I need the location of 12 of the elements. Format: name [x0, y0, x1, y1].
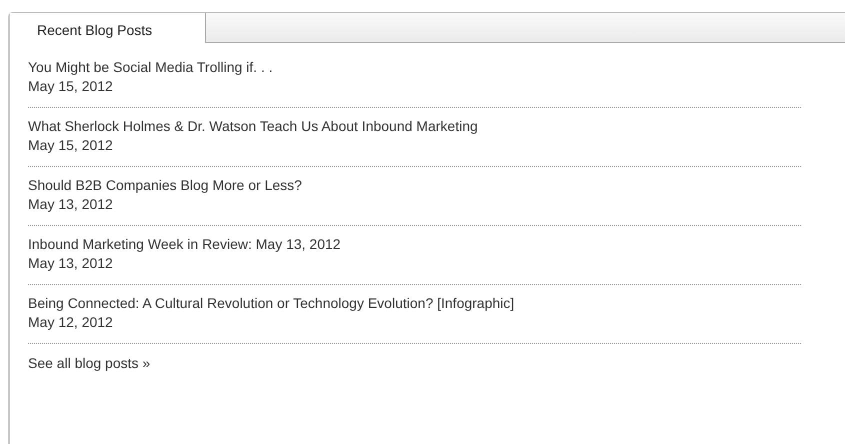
post-title-link[interactable]: Should B2B Companies Blog More or Less? [28, 176, 302, 195]
post-date: May 13, 2012 [28, 254, 113, 273]
tab[interactable]: Recent Blog Posts [10, 13, 206, 43]
post-title-link[interactable]: What Sherlock Holmes & Dr. Watson Teach Us About Inbound Marketing [28, 117, 478, 136]
post-title-link[interactable]: Inbound Marketing Week in Review: May 13, 2012 [28, 235, 341, 254]
post-title-link[interactable]: You Might be Social Media Trolling if. . . [28, 58, 273, 77]
post-date: May 12, 2012 [28, 313, 113, 332]
post-title-link[interactable]: Being Connected: A Cultural Revolution or Technology Evolution? [Infographic] [28, 294, 514, 313]
post-date: May 15, 2012 [28, 77, 113, 96]
see-all-link[interactable]: See all blog posts » [28, 354, 150, 373]
post-date: May 15, 2012 [28, 136, 113, 155]
post-date: May 13, 2012 [28, 195, 113, 214]
